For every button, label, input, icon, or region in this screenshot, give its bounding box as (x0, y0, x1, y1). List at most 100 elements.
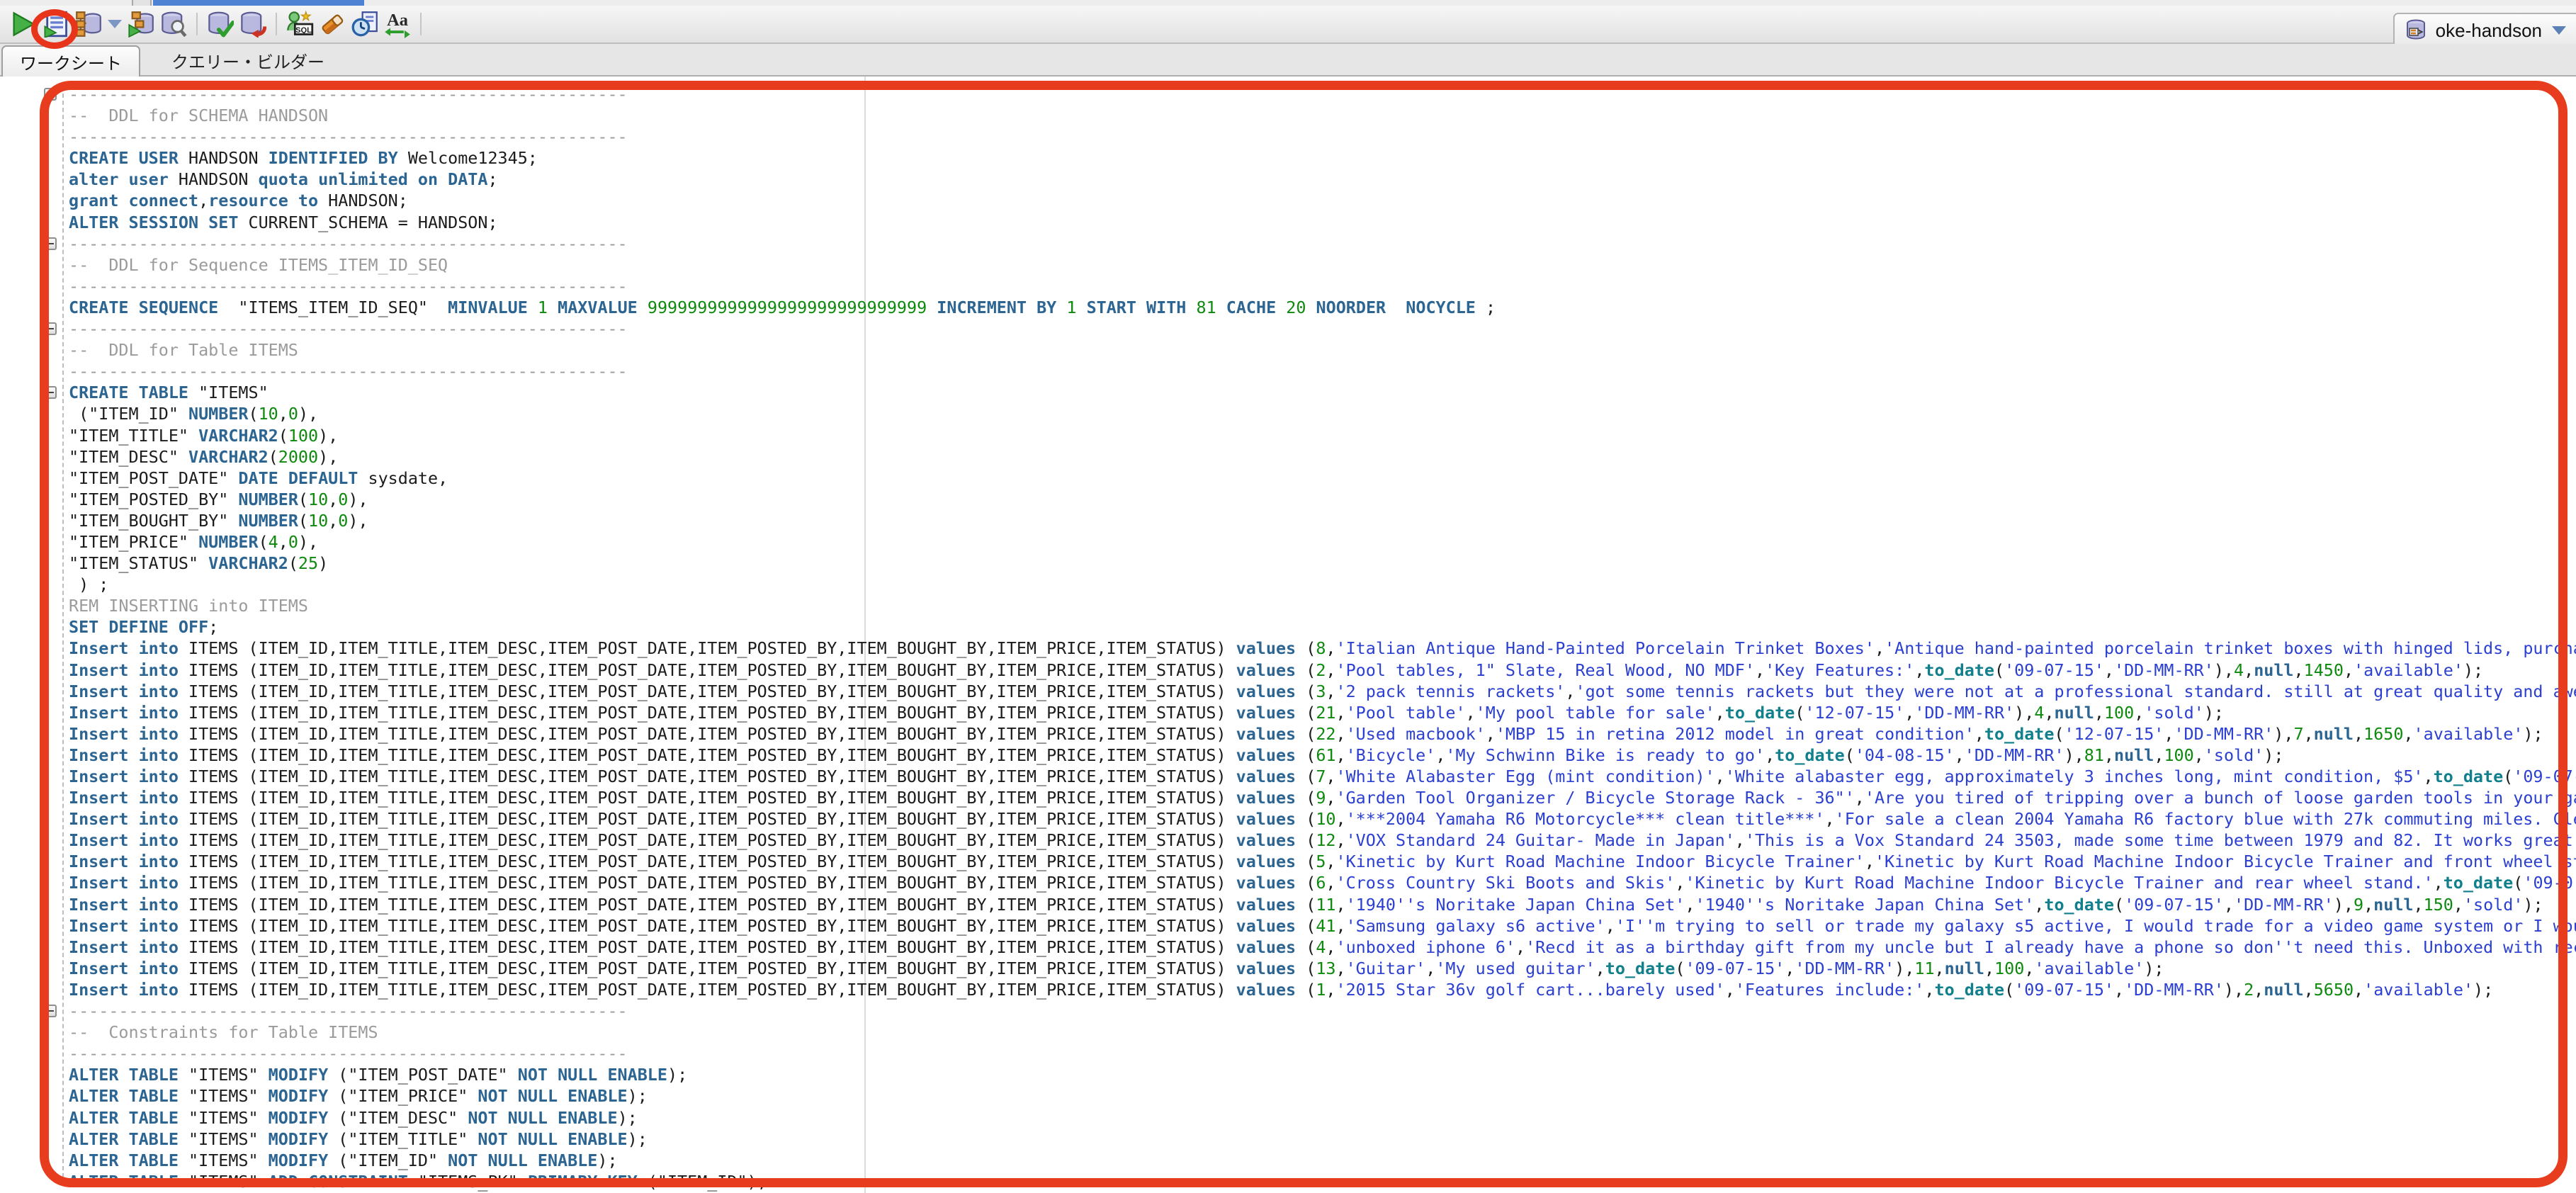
sql-tuning-advisor-icon (160, 11, 187, 38)
run-icon (10, 11, 37, 38)
code-line: -- DDL for SCHEMA HANDSON (69, 105, 2576, 126)
sql-code[interactable]: ----------------------------------------… (69, 84, 2576, 1192)
document-tab-fragment (132, 0, 152, 6)
code-line: Insert into ITEMS (ITEM_ID,ITEM_TITLE,IT… (69, 723, 2576, 745)
code-line: Insert into ITEMS (ITEM_ID,ITEM_TITLE,IT… (69, 638, 2576, 659)
code-line: -- Constraints for Table ITEMS (69, 1022, 2576, 1043)
code-line: Insert into ITEMS (ITEM_ID,ITEM_TITLE,IT… (69, 894, 2576, 915)
sql-worksheet-editor[interactable]: ----------------------------------------… (0, 77, 2576, 1193)
code-line: Insert into ITEMS (ITEM_ID,ITEM_TITLE,IT… (69, 787, 2576, 808)
rollback-icon (239, 11, 266, 38)
toolbar-separator (196, 13, 198, 35)
code-line: Insert into ITEMS (ITEM_ID,ITEM_TITLE,IT… (69, 851, 2576, 872)
code-line: ALTER TABLE "ITEMS" MODIFY ("ITEM_ID" NO… (69, 1150, 2576, 1171)
autotrace-icon (128, 11, 154, 38)
commit-icon (207, 11, 234, 38)
code-line: Insert into ITEMS (ITEM_ID,ITEM_TITLE,IT… (69, 681, 2576, 702)
code-line: ("ITEM_ID" NUMBER(10,0), (69, 403, 2576, 424)
code-line: -- DDL for Sequence ITEMS_ITEM_ID_SEQ (69, 254, 2576, 276)
code-line: Insert into ITEMS (ITEM_ID,ITEM_TITLE,IT… (69, 872, 2576, 893)
selected-document-tab-fragment (153, 0, 364, 6)
autotrace-button[interactable] (125, 8, 157, 40)
code-line: REM INSERTING into ITEMS (69, 595, 2576, 616)
code-line: "ITEM_POST_DATE" DATE DEFAULT sysdate, (69, 468, 2576, 489)
run-statement-button[interactable] (7, 8, 40, 40)
connection-dropdown-arrow[interactable] (2552, 26, 2566, 35)
code-line: ALTER TABLE "ITEMS" ADD CONSTRAINT "ITEM… (69, 1171, 2576, 1192)
code-line: ----------------------------------------… (69, 318, 2576, 339)
code-line: "ITEM_TITLE" VARCHAR2(100), (69, 425, 2576, 446)
fold-marker[interactable] (44, 1005, 57, 1017)
database-connection-icon (2405, 19, 2429, 42)
case-glyph-text: Aa (387, 11, 408, 30)
code-line: ALTER SESSION SET CURRENT_SCHEMA = HANDS… (69, 212, 2576, 233)
code-line: ALTER TABLE "ITEMS" MODIFY ("ITEM_TITLE"… (69, 1129, 2576, 1150)
code-line: Insert into ITEMS (ITEM_ID,ITEM_TITLE,IT… (69, 660, 2576, 681)
code-line: "ITEM_POSTED_BY" NUMBER(10,0), (69, 489, 2576, 510)
code-line: SET DEFINE OFF; (69, 616, 2576, 638)
code-line: ----------------------------------------… (69, 1000, 2576, 1022)
code-line: ) ; (69, 574, 2576, 595)
tab-worksheet-label: ワークシート (20, 50, 122, 74)
run-script-button[interactable] (40, 8, 72, 40)
sql-tuning-advisor-button[interactable] (157, 8, 190, 40)
code-line: "ITEM_DESC" VARCHAR2(2000), (69, 446, 2576, 468)
monitor-sql-icon: ★ SQL (286, 10, 314, 38)
tab-query-builder-label: クエリー・ビルダー (171, 48, 324, 73)
code-line: Insert into ITEMS (ITEM_ID,ITEM_TITLE,IT… (69, 937, 2576, 958)
monitor-sql-button[interactable]: ★ SQL (283, 8, 316, 40)
code-line: grant connect,resource to HANDSON; (69, 190, 2576, 211)
sql-developer-window: ★ SQL (0, 0, 2576, 1193)
code-fold-guide (62, 86, 64, 1184)
code-line: Insert into ITEMS (ITEM_ID,ITEM_TITLE,IT… (69, 958, 2576, 979)
svg-text:★: ★ (300, 10, 311, 23)
tab-worksheet[interactable]: ワークシート (1, 45, 140, 77)
case-toggle-button[interactable]: Aa (381, 8, 414, 40)
code-line: ----------------------------------------… (69, 233, 2576, 254)
explain-plan-button[interactable] (72, 8, 105, 40)
fold-marker[interactable] (44, 237, 57, 250)
code-line: "ITEM_PRICE" NUMBER(4,0), (69, 531, 2576, 553)
fold-marker[interactable] (44, 322, 57, 335)
code-line: ----------------------------------------… (69, 276, 2576, 297)
toolbar-separator (276, 13, 277, 35)
code-line: Insert into ITEMS (ITEM_ID,ITEM_TITLE,IT… (69, 702, 2576, 723)
sql-history-button[interactable] (349, 8, 381, 40)
tab-query-builder[interactable]: クエリー・ビルダー (162, 45, 334, 75)
code-line: ----------------------------------------… (69, 84, 2576, 105)
code-line: Insert into ITEMS (ITEM_ID,ITEM_TITLE,IT… (69, 915, 2576, 937)
code-line: ----------------------------------------… (69, 361, 2576, 382)
code-line: CREATE USER HANDSON IDENTIFIED BY Welcom… (69, 147, 2576, 169)
code-line: ALTER TABLE "ITEMS" MODIFY ("ITEM_POST_D… (69, 1064, 2576, 1085)
code-line: ALTER TABLE "ITEMS" MODIFY ("ITEM_DESC" … (69, 1107, 2576, 1129)
code-line: Insert into ITEMS (ITEM_ID,ITEM_TITLE,IT… (69, 979, 2576, 1000)
sql-history-icon (351, 11, 378, 38)
code-line: "ITEM_STATUS" VARCHAR2(25) (69, 553, 2576, 574)
code-line: CREATE SEQUENCE "ITEMS_ITEM_ID_SEQ" MINV… (69, 297, 2576, 318)
eraser-icon (319, 11, 346, 38)
code-line: Insert into ITEMS (ITEM_ID,ITEM_TITLE,IT… (69, 766, 2576, 787)
worksheet-tab-bar: ワークシート クエリー・ビルダー (0, 44, 2576, 77)
connection-name: oke-handson (2436, 20, 2542, 42)
code-line: "ITEM_BOUGHT_BY" NUMBER(10,0), (69, 510, 2576, 531)
explain-plan-dropdown-arrow[interactable] (108, 20, 122, 28)
code-line: ----------------------------------------… (69, 1043, 2576, 1064)
code-line: CREATE TABLE "ITEMS" (69, 382, 2576, 403)
case-toggle-icon: Aa (383, 10, 412, 38)
explain-plan-icon (75, 11, 102, 38)
code-line: alter user HANDSON quota unlimited on DA… (69, 169, 2576, 190)
toolbar-separator (420, 13, 422, 35)
code-line: ----------------------------------------… (69, 126, 2576, 147)
code-line: ALTER TABLE "ITEMS" MODIFY ("ITEM_PRICE"… (69, 1085, 2576, 1107)
run-script-icon (43, 11, 69, 38)
worksheet-toolbar: ★ SQL (0, 6, 2576, 44)
fold-marker[interactable] (44, 88, 57, 101)
rollback-button[interactable] (237, 8, 269, 40)
clear-button[interactable] (316, 8, 349, 40)
connection-selector[interactable]: oke-handson (2393, 13, 2576, 48)
code-line: Insert into ITEMS (ITEM_ID,ITEM_TITLE,IT… (69, 808, 2576, 830)
commit-button[interactable] (204, 8, 237, 40)
fold-marker[interactable] (44, 386, 57, 399)
top-strip (0, 0, 2576, 6)
code-line: -- DDL for Table ITEMS (69, 339, 2576, 361)
